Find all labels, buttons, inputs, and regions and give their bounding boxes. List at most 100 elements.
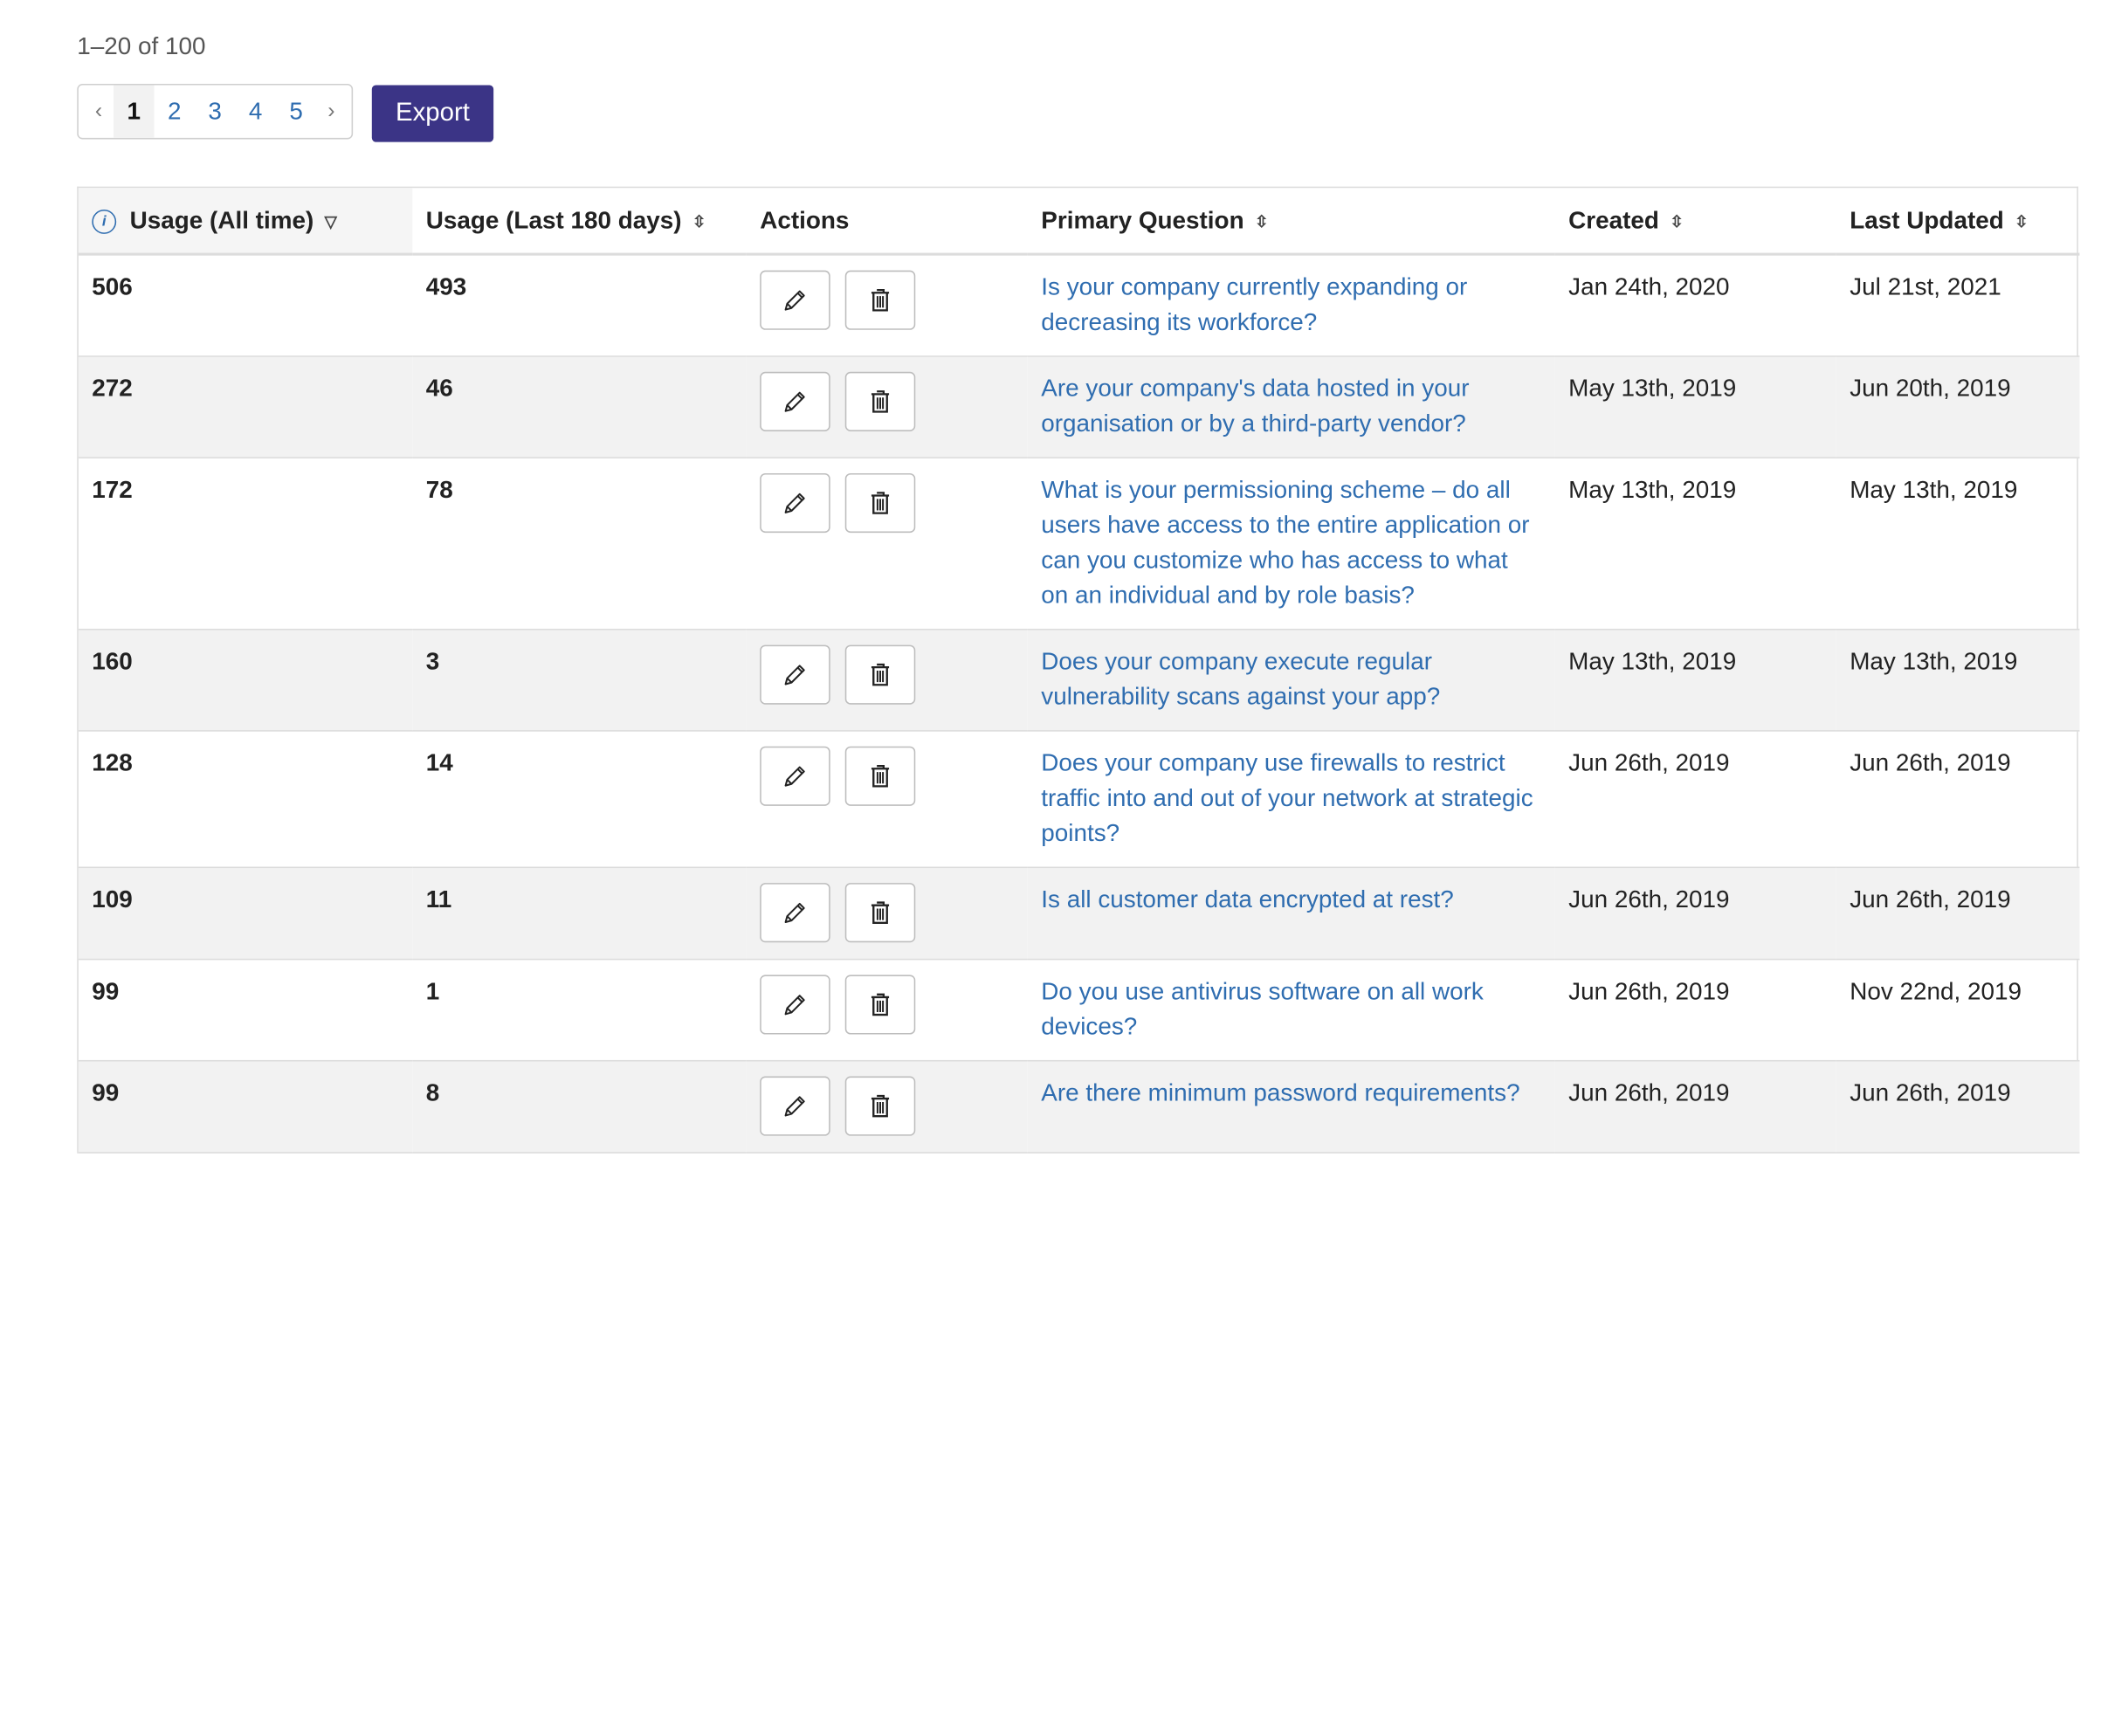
primary-question-cell: Is all customer data encrypted at rest?: [1027, 867, 1555, 961]
edit-button[interactable]: [760, 371, 830, 431]
column-header-usage-all-time[interactable]: i Usage (All time) ▽: [78, 188, 413, 256]
actions-cell: [746, 1060, 1028, 1154]
primary-question-link[interactable]: Do you use antivirus software on all wor…: [1041, 977, 1484, 1039]
edit-button[interactable]: [760, 644, 830, 705]
page-link-1[interactable]: 1: [114, 85, 155, 138]
primary-question-link[interactable]: What is your permissioning scheme – do a…: [1041, 476, 1529, 609]
last-updated-cell: May 13th, 2019: [1836, 458, 2080, 630]
table-body: 506 493 Is your company currently expand…: [78, 254, 2080, 1154]
created-cell: Jan 24th, 2020: [1554, 254, 1836, 357]
page-link-2[interactable]: 2: [155, 86, 195, 138]
column-header-primary-question[interactable]: Primary Question ⇳: [1027, 188, 1555, 256]
last-updated-cell: May 13th, 2019: [1836, 629, 2080, 732]
usage-last-180-days-cell: 3: [412, 629, 747, 732]
delete-button[interactable]: [844, 270, 916, 330]
table-row: 99 8 Are there minimum password requirem…: [78, 1060, 2080, 1154]
actions-cell: [746, 629, 1028, 732]
primary-question-link[interactable]: Are there minimum password requirements?: [1041, 1079, 1519, 1106]
delete-button[interactable]: [844, 472, 916, 534]
usage-all-time-cell: 272: [78, 356, 413, 458]
created-cell: Jun 26th, 2019: [1554, 959, 1836, 1062]
pencil-icon: [784, 766, 805, 787]
usage-all-time-cell: 172: [78, 458, 413, 630]
actions-cell: [746, 356, 1028, 458]
edit-button[interactable]: [760, 270, 830, 330]
last-updated-cell: Jun 26th, 2019: [1836, 730, 2080, 869]
page-link-5[interactable]: 5: [276, 86, 316, 138]
edit-button[interactable]: [760, 1076, 830, 1136]
usage-all-time-cell: 160: [78, 629, 413, 732]
edit-button[interactable]: [760, 883, 830, 943]
created-cell: Jun 26th, 2019: [1554, 1060, 1836, 1154]
edit-button[interactable]: [760, 746, 830, 806]
sort-icon: ⇳: [1670, 211, 1684, 231]
pencil-icon: [784, 493, 805, 513]
trash-icon: [871, 390, 890, 413]
primary-question-cell: What is your permissioning scheme – do a…: [1027, 458, 1555, 630]
page-link-3[interactable]: 3: [195, 86, 235, 138]
column-label: Usage (Last 180 days): [425, 206, 682, 234]
delete-button[interactable]: [844, 883, 916, 943]
delete-button[interactable]: [844, 975, 916, 1035]
edit-button[interactable]: [760, 975, 830, 1035]
sort-icon: ⇳: [2015, 211, 2029, 231]
usage-last-180-days-cell: 493: [412, 254, 747, 357]
pagination: ‹ 1 2 3 4 5 ›: [77, 84, 354, 140]
table-row: 99 1 Do you use antivirus software on al…: [78, 959, 2080, 1062]
pencil-icon: [784, 1096, 805, 1117]
trash-icon: [871, 765, 890, 788]
actions-cell: [746, 254, 1028, 357]
column-header-usage-last-180-days[interactable]: Usage (Last 180 days) ⇳: [412, 188, 747, 256]
column-header-actions: Actions: [746, 188, 1028, 256]
edit-button[interactable]: [760, 472, 830, 534]
usage-all-time-cell: 128: [78, 730, 413, 869]
usage-last-180-days-cell: 14: [412, 730, 747, 869]
column-label: Actions: [760, 206, 850, 234]
sort-icon: ⇳: [692, 211, 706, 231]
usage-all-time-cell: 506: [78, 254, 413, 357]
info-icon[interactable]: i: [92, 209, 117, 234]
delete-button[interactable]: [844, 644, 916, 705]
usage-all-time-cell: 99: [78, 1060, 413, 1154]
column-label: Primary Question: [1041, 206, 1244, 234]
actions-cell: [746, 867, 1028, 961]
created-cell: Jun 26th, 2019: [1554, 730, 1836, 869]
table-row: 506 493 Is your company currently expand…: [78, 254, 2080, 357]
column-header-created[interactable]: Created ⇳: [1554, 188, 1836, 256]
primary-question-cell: Are there minimum password requirements?: [1027, 1060, 1555, 1154]
usage-all-time-cell: 99: [78, 959, 413, 1062]
usage-last-180-days-cell: 78: [412, 458, 747, 630]
pencil-icon: [784, 995, 805, 1016]
last-updated-cell: Jun 20th, 2019: [1836, 356, 2080, 458]
page-link-4[interactable]: 4: [235, 86, 275, 138]
questions-table: i Usage (All time) ▽ Usage (Last 180 days)…: [77, 186, 2080, 1154]
column-label: Usage (All time): [129, 206, 314, 234]
delete-button[interactable]: [844, 371, 916, 431]
usage-last-180-days-cell: 46: [412, 356, 747, 458]
table-row: 160 3 Does your company execute regular …: [78, 629, 2080, 732]
trash-icon: [871, 901, 890, 924]
usage-last-180-days-cell: 11: [412, 867, 747, 961]
pagination-range-text: 1–20 of 100: [77, 32, 206, 60]
chevron-right-icon[interactable]: ›: [316, 100, 346, 124]
export-button[interactable]: Export: [371, 85, 494, 142]
created-cell: May 13th, 2019: [1554, 356, 1836, 458]
delete-button[interactable]: [844, 746, 916, 806]
created-cell: May 13th, 2019: [1554, 458, 1836, 630]
created-cell: May 13th, 2019: [1554, 629, 1836, 732]
column-header-last-updated[interactable]: Last Updated ⇳: [1836, 188, 2080, 256]
primary-question-link[interactable]: Are your company's data hosted in your o…: [1041, 375, 1469, 437]
trash-icon: [871, 492, 890, 514]
primary-question-cell: Do you use antivirus software on all wor…: [1027, 959, 1555, 1062]
primary-question-cell: Are your company's data hosted in your o…: [1027, 356, 1555, 458]
chevron-left-icon[interactable]: ‹: [84, 100, 114, 124]
primary-question-link[interactable]: Does your company execute regular vulner…: [1041, 648, 1440, 710]
primary-question-cell: Is your company currently expanding or d…: [1027, 254, 1555, 357]
trash-icon: [871, 663, 890, 686]
primary-question-link[interactable]: Is all customer data encrypted at rest?: [1041, 885, 1454, 913]
last-updated-cell: Jun 26th, 2019: [1836, 1060, 2080, 1154]
table-row: 272 46 Are your company's data hosted in…: [78, 356, 2080, 458]
primary-question-link[interactable]: Is your company currently expanding or d…: [1041, 273, 1467, 335]
primary-question-link[interactable]: Does your company use firewalls to restr…: [1041, 749, 1533, 846]
delete-button[interactable]: [844, 1076, 916, 1136]
